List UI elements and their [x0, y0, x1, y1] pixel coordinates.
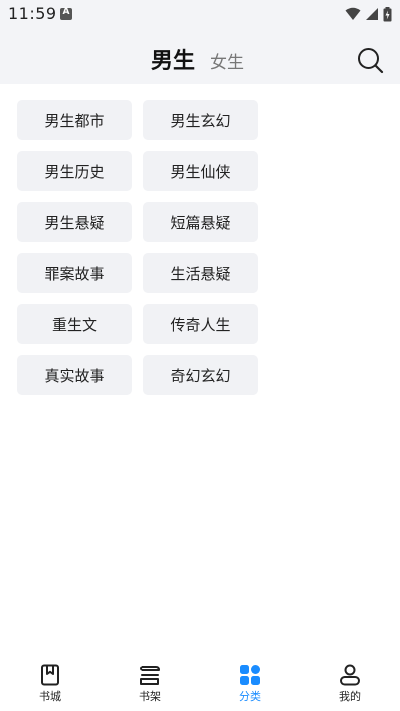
- category-item[interactable]: 男生仙侠: [143, 151, 258, 191]
- nav-label-bookstore: 书城: [39, 690, 61, 703]
- category-item[interactable]: 重生文: [17, 304, 132, 344]
- signal-icon: [366, 8, 378, 20]
- category-item[interactable]: 短篇悬疑: [143, 202, 258, 242]
- bookshelf-icon: [140, 666, 160, 685]
- bookstore-icon: [41, 664, 59, 686]
- app-notification-letter: A: [62, 7, 70, 17]
- status-time: 11:59: [8, 4, 57, 23]
- profile-icon: [340, 664, 360, 686]
- app-notification-icon: A: [60, 7, 72, 20]
- nav-item-profile[interactable]: 我的: [300, 655, 400, 711]
- category-item[interactable]: 男生悬疑: [17, 202, 132, 242]
- nav-label-profile: 我的: [339, 690, 361, 703]
- header: 男生 女生: [0, 28, 400, 84]
- category-item[interactable]: 传奇人生: [143, 304, 258, 344]
- screen: 11:59 A 男生 女生 男生都市 男生玄幻 男生历史 男生仙侠 男生悬疑 短…: [0, 0, 400, 711]
- nav-item-category[interactable]: 分类: [200, 655, 300, 711]
- tab-female[interactable]: 女生: [210, 48, 244, 73]
- tab-male[interactable]: 男生: [151, 43, 195, 75]
- category-item[interactable]: 罪案故事: [17, 253, 132, 293]
- status-icons: [345, 6, 392, 22]
- category-item[interactable]: 生活悬疑: [143, 253, 258, 293]
- category-item[interactable]: 奇幻玄幻: [143, 355, 258, 395]
- nav-item-bookshelf[interactable]: 书架: [100, 655, 200, 711]
- category-item[interactable]: 真实故事: [17, 355, 132, 395]
- search-icon[interactable]: [356, 46, 384, 74]
- battery-charging-icon: [383, 6, 392, 21]
- category-item[interactable]: 男生玄幻: [143, 100, 258, 140]
- nav-label-category: 分类: [239, 690, 261, 703]
- category-item[interactable]: 男生都市: [17, 100, 132, 140]
- status-bar: 11:59 A: [0, 0, 400, 28]
- bottom-nav: 书城 书架 分类 我的: [0, 655, 400, 711]
- nav-item-bookstore[interactable]: 书城: [0, 655, 100, 711]
- top-area: 11:59 A 男生 女生: [0, 0, 400, 84]
- nav-label-bookshelf: 书架: [139, 690, 161, 703]
- category-item[interactable]: 男生历史: [17, 151, 132, 191]
- wifi-icon: [345, 7, 361, 20]
- category-grid-icon: [240, 665, 260, 685]
